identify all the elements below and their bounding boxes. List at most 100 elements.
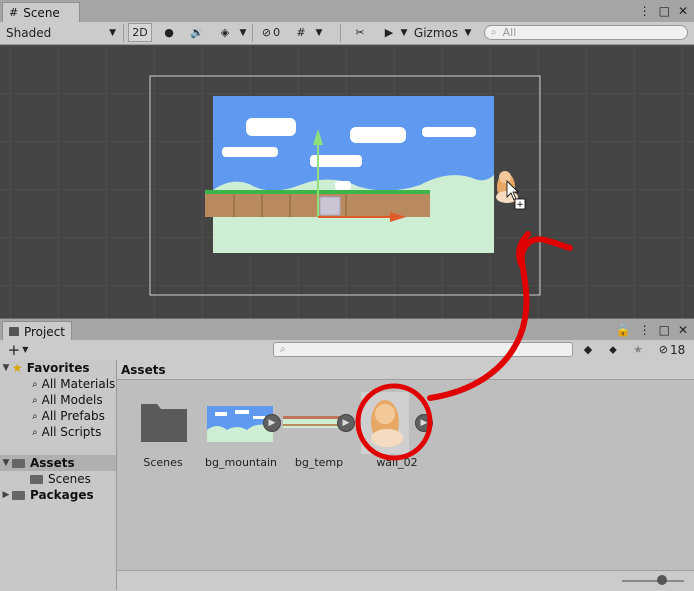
- scene-grid-icon: #: [9, 6, 19, 19]
- asset-item-scenes-folder[interactable]: Scenes: [127, 398, 199, 469]
- favorite-item-label: All Models: [41, 393, 103, 407]
- effects-dropdown-chevron-icon[interactable]: ▼: [236, 23, 250, 42]
- camera-dropdown-chevron-icon[interactable]: ▼: [398, 23, 410, 42]
- assets-folder-label: Assets: [30, 456, 75, 470]
- maximize-icon[interactable]: □: [659, 323, 670, 337]
- search-by-label-icon[interactable]: ⬥: [603, 340, 623, 359]
- scene-tab-bar: # Scene ⋮ □ ✕: [0, 0, 694, 23]
- hidden-packages-toggle[interactable]: ⊘ 18: [653, 340, 691, 359]
- shading-mode-dropdown[interactable]: Shaded ▼: [2, 23, 120, 42]
- scene-toolbar: Shaded ▼ 2D ● 🔊 ◈ ▼ ⊘ 0 # ▼ ✂ ▶ ▼ Gizmos…: [0, 22, 694, 45]
- expand-arrow-icon[interactable]: ▼: [0, 363, 12, 373]
- close-icon[interactable]: ✕: [678, 323, 688, 337]
- tree-favorites[interactable]: ▼ ★ Favorites: [0, 360, 116, 376]
- maximize-icon[interactable]: □: [659, 4, 670, 18]
- tree-packages-folder[interactable]: ▶ Packages: [0, 487, 116, 503]
- tree-favorite-item[interactable]: ⌕ All Scripts: [0, 424, 116, 440]
- hidden-objects-toggle[interactable]: ⊘ 0: [256, 23, 286, 42]
- expand-arrow-icon[interactable]: ▼: [0, 458, 12, 468]
- favorite-item-label: All Scripts: [41, 425, 102, 439]
- tree-favorite-item[interactable]: ⌕ All Materials: [0, 376, 116, 392]
- favorite-item-label: All Materials: [41, 377, 116, 391]
- favorite-star-icon[interactable]: ★: [628, 340, 648, 359]
- zoom-slider-thumb[interactable]: [657, 575, 668, 585]
- pivot-rect: [319, 196, 341, 216]
- project-tab-label: Project: [23, 324, 65, 339]
- grid-dropdown-chevron-icon[interactable]: ▼: [312, 23, 326, 42]
- folder-icon: [12, 490, 25, 500]
- project-tab[interactable]: Project: [2, 321, 72, 341]
- lock-icon[interactable]: 🔒: [616, 323, 631, 337]
- eye-slash-icon: ⊘: [658, 343, 668, 356]
- asset-item-bg-mountain[interactable]: ▶ bg_mountain: [205, 398, 281, 469]
- hidden-count: 0: [273, 26, 281, 39]
- visible-count: 18: [669, 342, 686, 357]
- zoom-slider-track[interactable]: [622, 580, 684, 582]
- scene-search-placeholder: All: [502, 26, 517, 39]
- tree-scenes-folder[interactable]: Scenes: [0, 471, 116, 487]
- project-toolbar: + ▼ ⌕ ◆ ⬥ ★ ⊘ 18: [0, 340, 694, 361]
- packages-folder-label: Packages: [30, 488, 94, 502]
- search-icon: ⌕: [32, 394, 38, 406]
- asset-name: bg_mountain: [205, 456, 277, 469]
- search-icon: ⌕: [32, 410, 38, 422]
- search-icon: ⌕: [32, 378, 38, 390]
- scene-search-field[interactable]: ⌕ All: [484, 25, 688, 40]
- tree-favorite-item[interactable]: ⌕ All Prefabs: [0, 408, 116, 424]
- project-folder-tree: ▼ ★ Favorites ⌕ All Materials ⌕ All Mode…: [0, 360, 117, 590]
- chevron-down-icon: ▼: [109, 27, 116, 38]
- asset-name: bg_temp: [294, 456, 344, 469]
- scene-tab[interactable]: # Scene: [2, 2, 80, 22]
- gizmos-dropdown-chevron-icon[interactable]: ▼: [461, 23, 475, 42]
- collapse-arrow-icon[interactable]: ▶: [0, 490, 12, 500]
- asset-item-bg-temp[interactable]: ▶ bg_temp: [283, 398, 355, 469]
- folder-icon: [9, 327, 19, 336]
- effects-toggle-icon[interactable]: ◈: [214, 23, 236, 42]
- tree-favorite-item[interactable]: ⌕ All Models: [0, 392, 116, 408]
- favorites-label: Favorites: [26, 361, 90, 375]
- asset-name: Scenes: [143, 456, 183, 469]
- tree-assets-folder[interactable]: ▼ Assets: [0, 455, 116, 471]
- scene-viewport[interactable]: +: [0, 45, 694, 318]
- expand-subasset-icon[interactable]: ▶: [337, 414, 355, 432]
- folder-icon: [30, 474, 43, 484]
- gizmos-button[interactable]: Gizmos: [411, 23, 461, 42]
- folder-icon: [141, 404, 187, 442]
- search-icon: ⌕: [491, 27, 497, 38]
- folder-icon: [12, 458, 25, 468]
- audio-toggle-icon[interactable]: 🔊: [186, 23, 208, 42]
- more-options-icon[interactable]: ⋮: [639, 4, 651, 18]
- svg-text:+: +: [516, 200, 524, 210]
- project-tab-bar: Project 🔒 ⋮ □ ✕: [0, 318, 694, 341]
- window-controls: ⋮ □ ✕: [639, 4, 688, 18]
- assets-grid-panel: Assets Scenes ▶ bg_mountain ▶ bg_temp ▶ …: [117, 360, 694, 591]
- scene-canvas: +: [149, 75, 541, 296]
- favorite-item-label: All Prefabs: [41, 409, 105, 423]
- lighting-toggle-icon[interactable]: ●: [158, 23, 180, 42]
- grid-snap-icon[interactable]: #: [290, 23, 312, 42]
- toolbar-divider: [252, 24, 253, 42]
- create-asset-button[interactable]: + ▼: [4, 340, 32, 359]
- star-icon: ★: [12, 361, 23, 375]
- toggle-2d-button[interactable]: 2D: [128, 23, 152, 42]
- search-icon: ⌕: [280, 344, 286, 355]
- asset-name: wall_02: [376, 456, 418, 469]
- plus-icon: +: [7, 340, 21, 359]
- search-by-type-icon[interactable]: ◆: [578, 340, 598, 359]
- assets-breadcrumb: Assets: [117, 360, 694, 380]
- close-icon[interactable]: ✕: [678, 4, 688, 18]
- search-icon: ⌕: [32, 426, 38, 438]
- shading-mode-value: Shaded: [6, 25, 52, 40]
- expand-subasset-icon[interactable]: ▶: [415, 414, 433, 432]
- asset-item-wall-02[interactable]: ▶ wall_02: [361, 392, 433, 469]
- scene-tab-label: Scene: [23, 5, 60, 20]
- camera-icon[interactable]: ▶: [378, 23, 400, 42]
- tools-icon[interactable]: ✂: [348, 23, 372, 42]
- scenes-folder-label: Scenes: [48, 472, 91, 486]
- project-search-field[interactable]: ⌕: [273, 342, 573, 357]
- expand-subasset-icon[interactable]: ▶: [263, 414, 281, 432]
- window-controls: 🔒 ⋮ □ ✕: [616, 323, 688, 337]
- toolbar-divider: [340, 24, 341, 42]
- more-options-icon[interactable]: ⋮: [639, 323, 651, 337]
- toolbar-divider: [123, 24, 124, 42]
